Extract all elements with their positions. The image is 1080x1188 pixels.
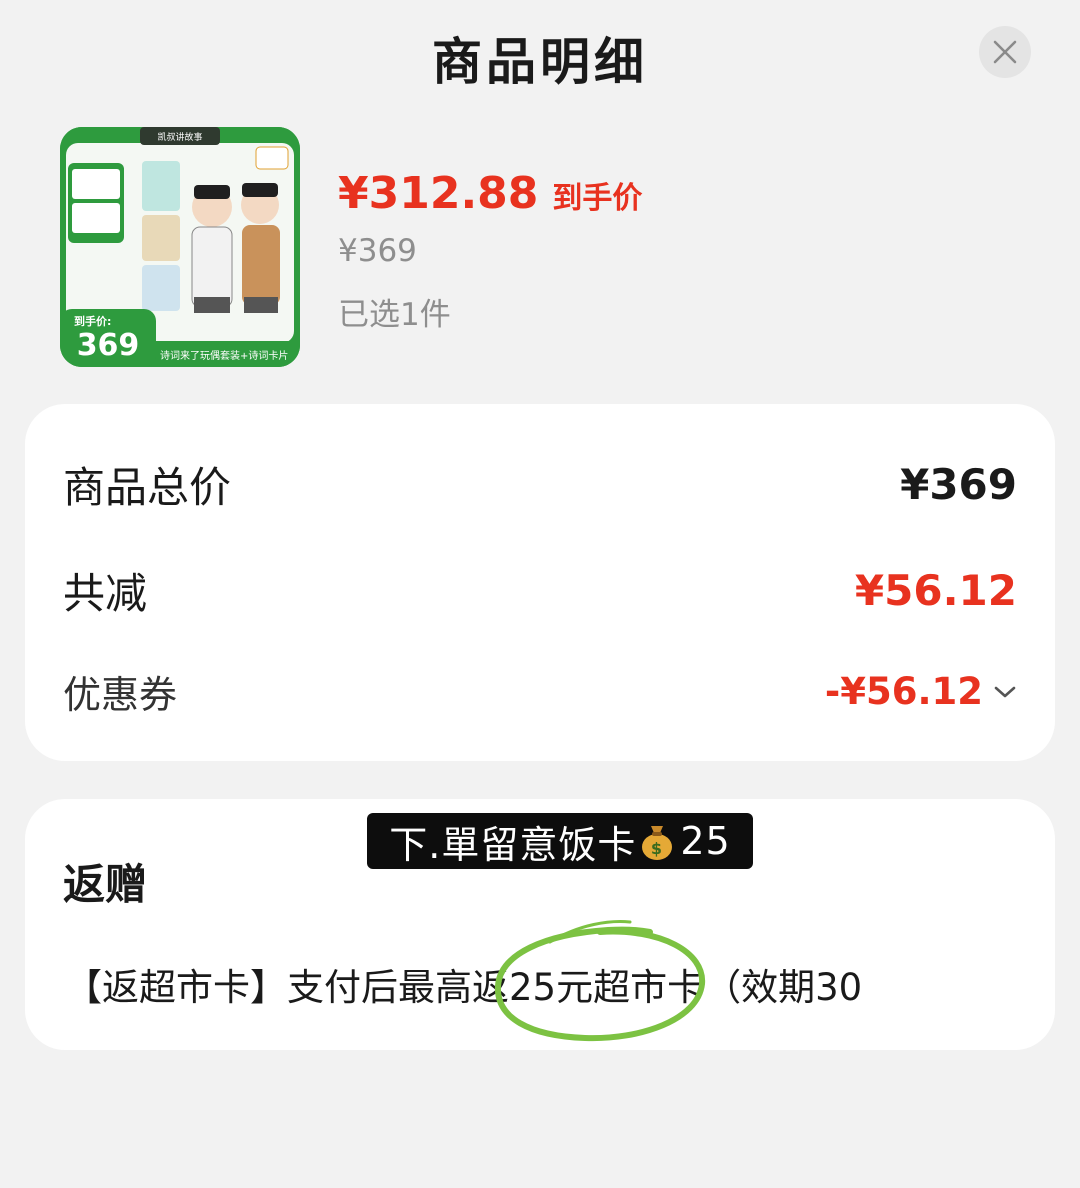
product-image-top-text: 凯叔讲故事 (157, 131, 202, 143)
deal-price-label: 到手价 (552, 181, 643, 216)
page-title: 商品明细 (432, 33, 648, 91)
product-detail-sheet: 商品明细 凯叔讲故事 到手价: 369 诗词来了玩偶套装+诗词卡片 ¥312.8… (0, 0, 1080, 1188)
total-price-label: 商品总价 (63, 463, 232, 512)
gift-title: 返赠 (63, 860, 148, 909)
overlay-amount: 25 (680, 819, 731, 863)
coupon-value-group[interactable]: -¥56.12 (825, 670, 1017, 713)
discount-row: 共减 ¥56.12 (63, 560, 1017, 621)
total-price-value: ¥369 (900, 460, 1017, 509)
selected-count: 已选1件 (338, 297, 451, 333)
overlay-text: 下.單留意饭卡 (389, 822, 637, 867)
close-button[interactable] (979, 26, 1031, 78)
total-price-row: 商品总价 ¥369 (63, 454, 1017, 515)
gift-description: 【返超市卡】支付后最高返25元超市卡（效期30 (65, 966, 863, 1009)
deal-price-row: ¥312.88 到手价 (338, 168, 642, 219)
overlay-caption: 下.單留意饭卡 $ 25 (367, 813, 753, 869)
deal-price: ¥312.88 (338, 168, 539, 219)
product-image-badge-price: 369 (77, 328, 140, 363)
coupon-row[interactable]: 优惠券 -¥56.12 (63, 664, 1017, 719)
product-image[interactable]: 凯叔讲故事 到手价: 369 诗词来了玩偶套装+诗词卡片 (60, 127, 300, 367)
price-block: ¥312.88 到手价 ¥369 已选1件 (338, 168, 642, 334)
discount-value: ¥56.12 (854, 566, 1017, 615)
coupon-label: 优惠券 (63, 673, 178, 717)
chevron-down-icon[interactable] (993, 684, 1017, 700)
coupon-value: -¥56.12 (824, 670, 983, 713)
svg-text:$: $ (651, 839, 663, 858)
original-price: ¥369 (338, 233, 417, 269)
money-bag-icon: $ (640, 822, 674, 860)
discount-label: 共减 (63, 569, 148, 618)
product-image-bottom-text: 诗词来了玩偶套装+诗词卡片 (160, 349, 288, 362)
product-image-badge-label: 到手价: (74, 314, 111, 328)
close-icon (993, 40, 1017, 64)
product-illustration: 凯叔讲故事 到手价: 369 诗词来了玩偶套装+诗词卡片 (60, 127, 300, 367)
price-summary-card: 商品总价 ¥369 共减 ¥56.12 优惠券 -¥56.12 (25, 404, 1055, 761)
highlight-circle (494, 920, 706, 1042)
